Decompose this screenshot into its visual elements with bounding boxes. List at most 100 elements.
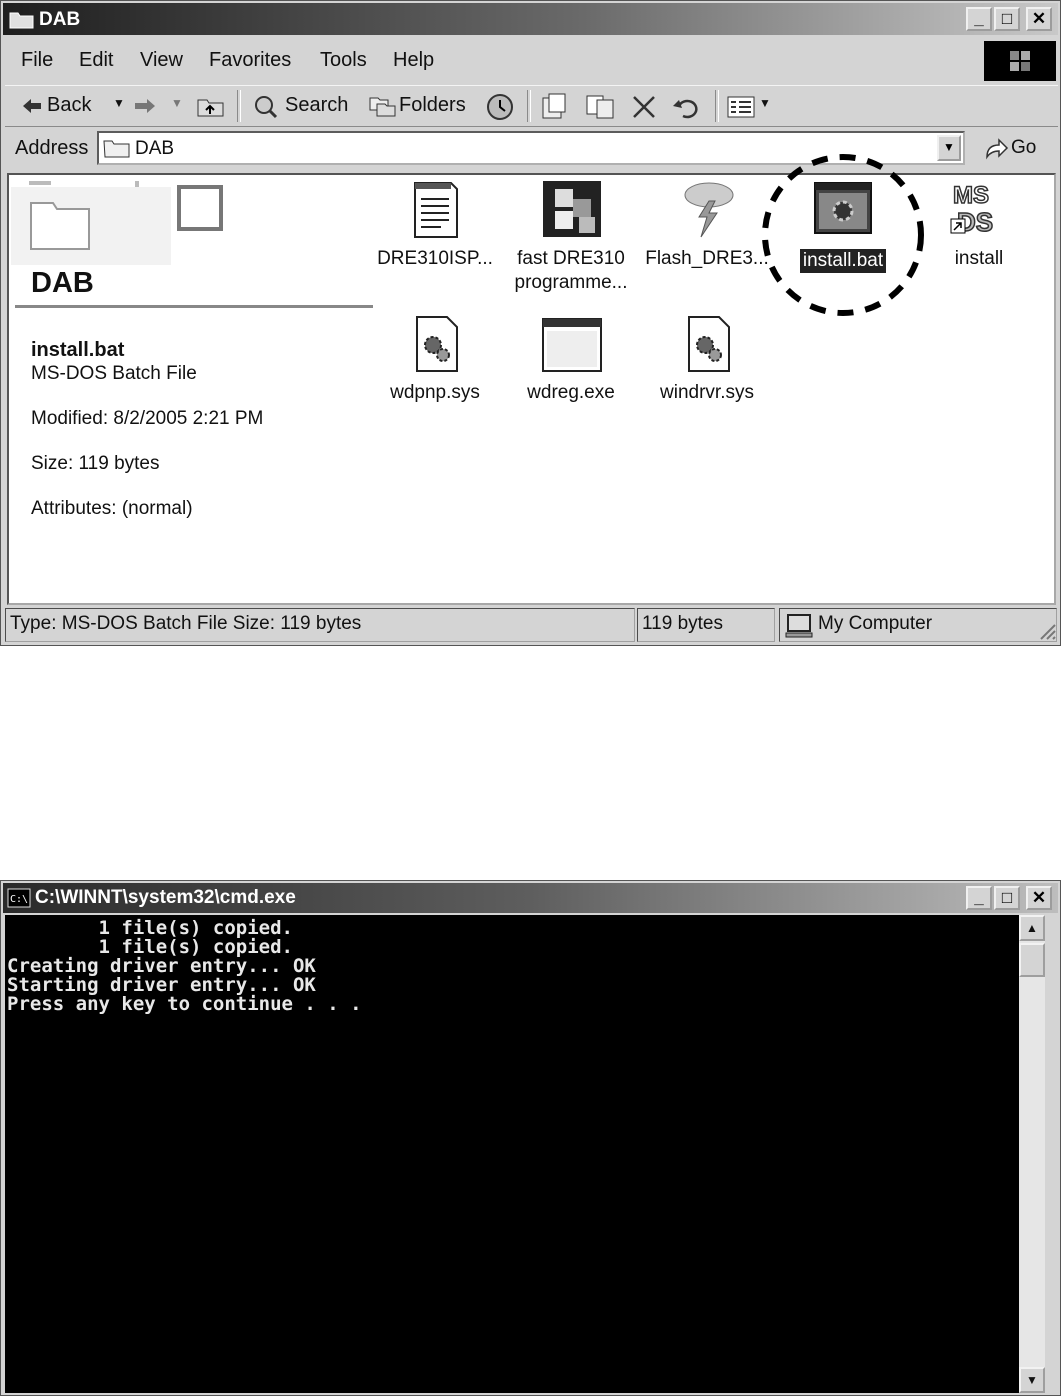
file-label: install bbox=[954, 248, 1004, 269]
file-item[interactable]: Flash_DRE3... bbox=[637, 179, 777, 289]
toolbar: Back ▼ ▼ Search Folders ▼ bbox=[5, 85, 1058, 127]
file-view: DAB install.bat MS-DOS Batch File Modifi… bbox=[7, 154, 1056, 605]
folder-icon bbox=[9, 12, 34, 29]
back-arrow-icon bbox=[23, 99, 41, 113]
go-button[interactable]: Go bbox=[979, 131, 1053, 165]
back-label: Back bbox=[47, 94, 92, 116]
menu-help[interactable]: Help bbox=[393, 49, 434, 72]
back-button[interactable]: Back ▼ bbox=[17, 86, 127, 126]
status-size: 119 bytes bbox=[637, 608, 775, 642]
scroll-thumb[interactable] bbox=[1019, 943, 1045, 977]
go-arrow-icon bbox=[986, 138, 1009, 160]
copy-to-icon[interactable] bbox=[585, 92, 615, 120]
document-icon bbox=[414, 182, 458, 238]
forward-button[interactable]: ▼ bbox=[131, 86, 191, 126]
selected-file-name: install.bat bbox=[31, 339, 125, 361]
maximize-button[interactable]: □ bbox=[994, 7, 1020, 31]
file-item[interactable]: wdpnp.sys bbox=[365, 315, 505, 415]
console-icon: C:\ bbox=[7, 888, 31, 908]
views-icon bbox=[727, 96, 755, 118]
system-file-icon bbox=[688, 316, 730, 372]
address-label: Address bbox=[15, 137, 89, 159]
menu-file[interactable]: File bbox=[21, 49, 53, 72]
file-label: fast DRE310 bbox=[517, 248, 625, 269]
resize-grip-icon[interactable] bbox=[1037, 621, 1057, 641]
scroll-down-button[interactable]: ▼ bbox=[1019, 1367, 1045, 1393]
menu-bar: File Edit View Favorites Tools Help bbox=[5, 43, 980, 77]
folders-button[interactable]: Folders bbox=[367, 86, 471, 126]
forward-arrow-icon bbox=[135, 99, 155, 113]
scroll-up-button[interactable]: ▲ bbox=[1019, 915, 1045, 941]
file-label: wdpnp.sys bbox=[390, 382, 480, 403]
folder-icon bbox=[103, 140, 130, 158]
toolbar-separator bbox=[527, 90, 531, 122]
folder-heading: DAB bbox=[31, 267, 94, 299]
minimize-button[interactable]: _ bbox=[966, 886, 992, 910]
file-item[interactable]: MS DS install bbox=[909, 179, 1049, 289]
file-item[interactable]: DRE310ISP... bbox=[365, 179, 505, 289]
svg-text:C:\: C:\ bbox=[10, 894, 28, 905]
chevron-down-icon: ▼ bbox=[171, 96, 183, 110]
file-label-line2: programme... bbox=[514, 272, 628, 293]
maximize-button[interactable]: □ bbox=[994, 886, 1020, 910]
status-main: Type: MS-DOS Batch File Size: 119 bytes bbox=[5, 608, 635, 642]
cmd-title: C:\WINNT\system32\cmd.exe bbox=[35, 887, 296, 908]
exe-window-icon bbox=[542, 318, 602, 372]
toolbar-separator bbox=[715, 90, 719, 122]
views-button[interactable]: ▼ bbox=[725, 86, 775, 126]
file-label: wdreg.exe bbox=[527, 382, 615, 403]
search-button[interactable]: Search bbox=[251, 86, 355, 126]
cmd-window: C:\ C:\WINNT\system32\cmd.exe _ □ ✕ 1 fi… bbox=[0, 880, 1061, 1396]
up-folder-icon[interactable] bbox=[197, 94, 225, 118]
address-dropdown-button[interactable]: ▼ bbox=[937, 135, 961, 161]
selected-file-attributes: Attributes: (normal) bbox=[31, 498, 193, 519]
vertical-scrollbar[interactable]: ▲ ▼ bbox=[1019, 915, 1045, 1393]
highlight-circle-annotation bbox=[762, 154, 924, 316]
explorer-titlebar[interactable]: DAB _ □ ✕ bbox=[3, 3, 1058, 35]
window-title: DAB bbox=[39, 9, 81, 30]
cmd-titlebar[interactable]: C:\ C:\WINNT\system32\cmd.exe _ □ ✕ bbox=[3, 883, 1058, 913]
close-button[interactable]: ✕ bbox=[1026, 886, 1052, 910]
file-label: windrvr.sys bbox=[660, 382, 754, 403]
search-icon bbox=[255, 96, 278, 119]
console-output[interactable]: 1 file(s) copied. 1 file(s) copied. Crea… bbox=[5, 915, 1019, 1393]
file-item[interactable]: windrvr.sys bbox=[637, 315, 777, 415]
selected-file-size: Size: 119 bytes bbox=[31, 453, 160, 474]
file-label: DRE310ISP... bbox=[377, 248, 493, 269]
status-zone-label: My Computer bbox=[818, 613, 933, 634]
svg-text:MS: MS bbox=[953, 182, 989, 209]
folders-label: Folders bbox=[399, 94, 466, 116]
selected-file-type: MS-DOS Batch File bbox=[31, 363, 197, 384]
delete-icon[interactable] bbox=[631, 94, 657, 120]
close-button[interactable]: ✕ bbox=[1026, 7, 1052, 31]
go-label: Go bbox=[1011, 137, 1037, 158]
my-computer-icon bbox=[785, 614, 813, 638]
folder-banner-graphic bbox=[11, 181, 223, 265]
flash-icon bbox=[684, 182, 734, 238]
file-item[interactable]: wdreg.exe bbox=[501, 315, 641, 415]
move-to-icon[interactable] bbox=[539, 92, 569, 120]
chevron-down-icon: ▼ bbox=[113, 96, 125, 110]
folders-icon bbox=[369, 97, 396, 117]
heading-divider bbox=[15, 305, 373, 308]
menu-favorites[interactable]: Favorites bbox=[209, 49, 291, 72]
chevron-down-icon: ▼ bbox=[759, 96, 771, 110]
minimize-button[interactable]: _ bbox=[966, 7, 992, 31]
menu-view[interactable]: View bbox=[140, 49, 183, 72]
menu-edit[interactable]: Edit bbox=[79, 49, 113, 72]
toolbar-separator bbox=[237, 90, 241, 122]
selected-file-modified: Modified: 8/2/2005 2:21 PM bbox=[31, 408, 264, 429]
history-icon[interactable] bbox=[485, 92, 515, 122]
program-icon bbox=[543, 181, 601, 237]
file-label: Flash_DRE3... bbox=[645, 248, 769, 269]
file-item[interactable]: fast DRE310 programme... bbox=[501, 179, 641, 299]
status-zone: My Computer bbox=[779, 608, 1057, 642]
windows-logo-icon bbox=[984, 41, 1056, 81]
undo-icon[interactable] bbox=[671, 94, 701, 120]
msdos-shortcut-icon: MSDS bbox=[950, 181, 994, 238]
address-value: DAB bbox=[135, 138, 175, 159]
search-label: Search bbox=[285, 94, 349, 116]
console-line: Press any key to continue . . . bbox=[7, 993, 362, 1015]
menu-tools[interactable]: Tools bbox=[320, 49, 367, 72]
system-file-icon bbox=[416, 316, 458, 372]
